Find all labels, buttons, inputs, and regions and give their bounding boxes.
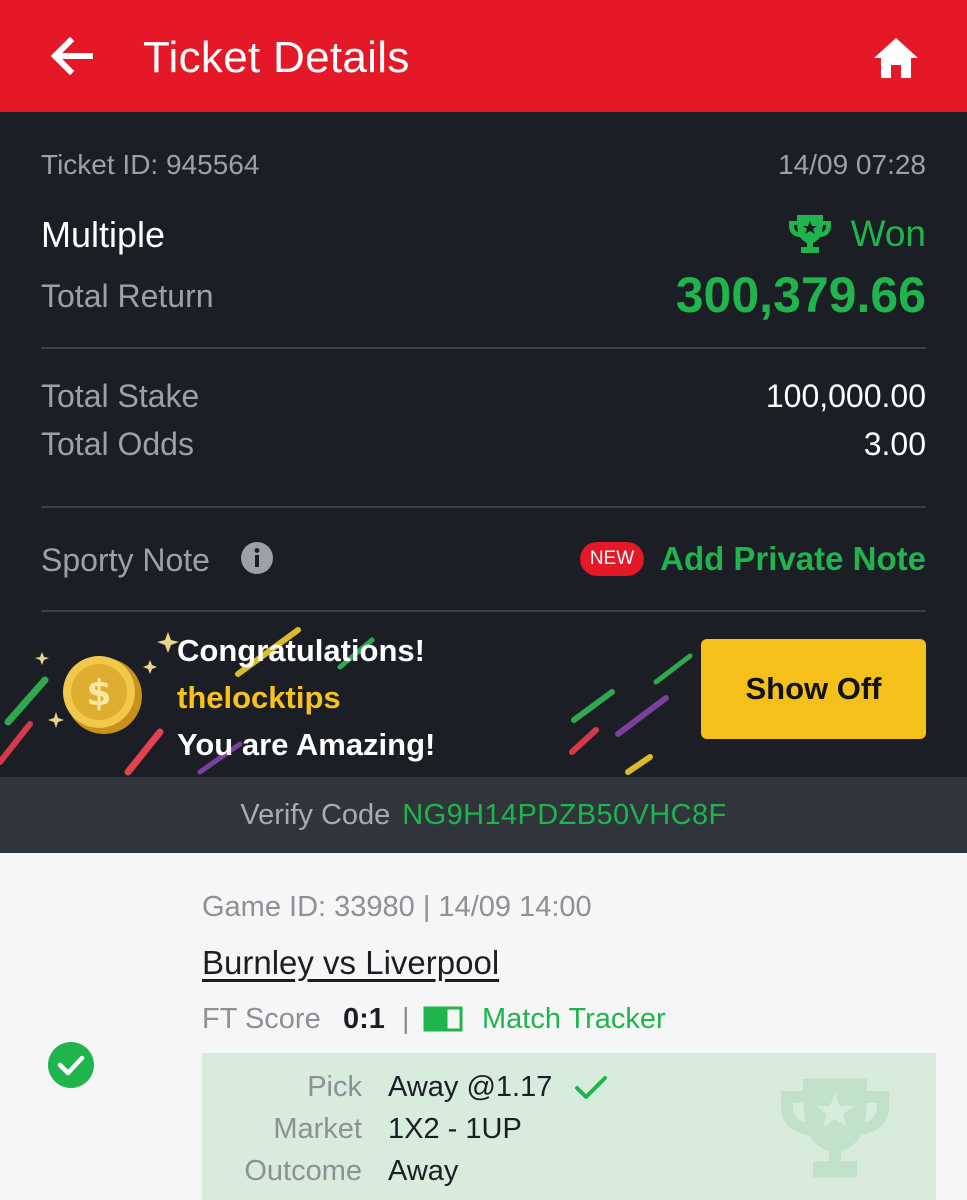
- trophy-icon: [788, 215, 831, 253]
- total-stake-value: 100,000.00: [765, 378, 926, 414]
- verify-code-value[interactable]: NG9H14PDZB50VHC8F: [402, 799, 726, 832]
- verify-code-label: Verify Code: [240, 798, 391, 831]
- ticket-summary-panel: Ticket ID: 945564 14/09 07:28 Multiple W…: [0, 112, 967, 777]
- match-name-link[interactable]: Burnley vs Liverpool: [202, 942, 499, 984]
- outcome-label: Outcome: [244, 1155, 362, 1187]
- home-button[interactable]: [866, 30, 926, 86]
- svg-text:$: $: [86, 673, 111, 714]
- sporty-note-label: Sporty Note: [41, 542, 210, 578]
- top-bar: Ticket Details: [0, 0, 967, 112]
- app-screen: Ticket Details Ticket ID: 945564 14/09 0…: [0, 0, 967, 1200]
- status-label: Won: [850, 213, 926, 254]
- home-icon: [874, 38, 918, 78]
- ticket-datetime: 14/09 07:28: [778, 149, 926, 180]
- total-odds-value: 3.00: [863, 426, 926, 462]
- divider: [41, 347, 926, 349]
- total-stake-label: Total Stake: [41, 378, 200, 414]
- ticket-status: Won: [787, 212, 926, 256]
- page-title: Ticket Details: [143, 33, 410, 82]
- bet-type: Multiple: [41, 214, 166, 255]
- check-circle-icon: [48, 1042, 94, 1088]
- amazing-text: You are Amazing!: [177, 727, 436, 762]
- info-icon[interactable]: [240, 541, 274, 575]
- checkmark-icon: [575, 1076, 607, 1099]
- congratulations-banner: $ Congratulations! thelocktips You are A…: [0, 612, 967, 777]
- verify-code-bar: Verify Code NG9H14PDZB50VHC8F: [0, 777, 967, 853]
- outcome-value: Away: [388, 1155, 459, 1187]
- market-label: Market: [273, 1113, 362, 1145]
- total-return-value: 300,379.66: [675, 267, 926, 323]
- pick-value: Away @1.17: [388, 1071, 553, 1103]
- separator: |: [402, 1003, 410, 1035]
- back-button[interactable]: [40, 30, 102, 82]
- divider: [41, 506, 926, 508]
- arrow-left-icon: [50, 36, 93, 76]
- pick-details: Pick Away @1.17 Market 1X2 - 1UP Outcome…: [202, 1053, 936, 1200]
- username: thelocktips: [177, 680, 341, 715]
- new-badge: NEW: [580, 542, 644, 576]
- add-private-note-link[interactable]: Add Private Note: [660, 538, 926, 580]
- market-value: 1X2 - 1UP: [388, 1113, 522, 1145]
- selection-list: Game ID: 33980 | 14/09 14:00 Burnley vs …: [0, 853, 967, 1200]
- congratulations-text: Congratulations!: [177, 633, 425, 668]
- coin-icon: $: [63, 656, 142, 734]
- ticket-id: Ticket ID: 945564: [41, 149, 260, 180]
- pick-label: Pick: [307, 1071, 362, 1103]
- match-tracker-link[interactable]: Match Tracker: [482, 1001, 666, 1037]
- game-meta: Game ID: 33980 | 14/09 14:00: [202, 891, 592, 923]
- total-return-label: Total Return: [41, 278, 214, 314]
- ft-score-label: FT Score: [202, 1003, 321, 1035]
- total-odds-label: Total Odds: [41, 426, 194, 462]
- match-tracker-icon[interactable]: [423, 1006, 463, 1032]
- ft-score-value: 0:1: [343, 1003, 385, 1035]
- show-off-button[interactable]: Show Off: [701, 639, 926, 739]
- trophy-watermark-icon: [781, 1079, 889, 1177]
